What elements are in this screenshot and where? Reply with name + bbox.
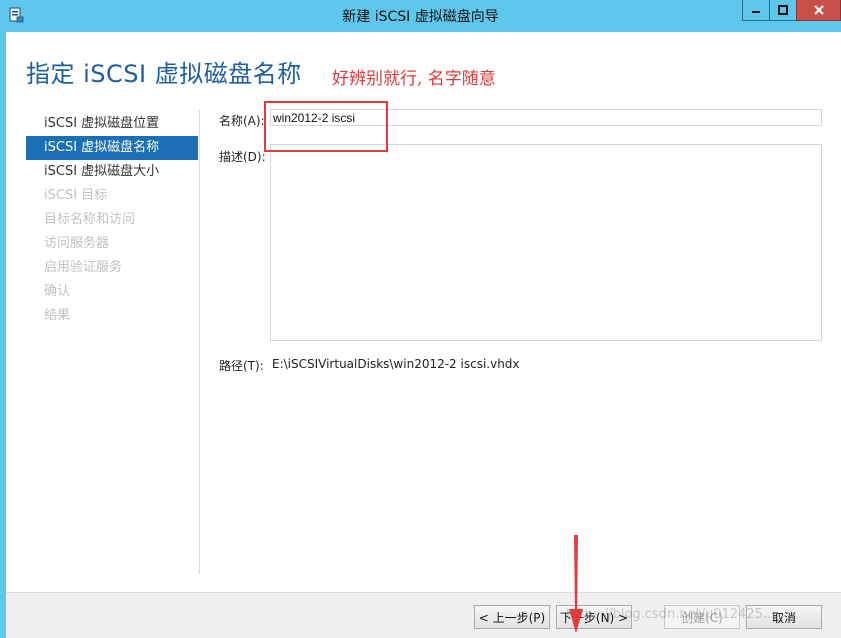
watermark: https://blog.csdn.net/u012425... [566,607,776,622]
description-textarea[interactable] [270,144,822,341]
close-icon [813,5,824,15]
nav-item-results: 结果 [44,308,71,323]
nav-item-confirm: 确认 [44,284,71,299]
window-title: 新建 iSCSI 虚拟磁盘向导 [342,9,499,25]
annotation-highlight-box [264,101,388,152]
page-title: 指定 iSCSI 虚拟磁盘名称 [26,60,302,88]
nav-item-disk-name[interactable]: iSCSI 虚拟磁盘名称 [26,136,198,160]
path-value: E:\iSCSIVirtualDisks\win2012-2 iscsi.vhd… [272,357,520,371]
nav-item-access-servers: 访问服务器 [44,236,110,251]
close-button[interactable] [796,0,841,21]
nav-item-iscsi-target: iSCSI 目标 [44,188,108,203]
minimize-icon [752,11,760,13]
maximize-icon [778,5,788,15]
name-label: 名称(A): [219,114,265,128]
nav-divider [199,110,200,574]
wizard-window: 新建 iSCSI 虚拟磁盘向导 指定 iSCSI 虚拟磁盘名称 好辨别就行, 名… [0,0,841,638]
annotation-arrow-icon [569,535,583,633]
nav-item-disk-location[interactable]: iSCSI 虚拟磁盘位置 [26,112,198,136]
nav-item-enable-auth: 启用验证服务 [44,260,123,275]
maximize-button[interactable] [769,0,796,21]
nav-item-disk-size[interactable]: iSCSI 虚拟磁盘大小 [26,160,198,184]
description-label: 描述(D): [219,150,266,164]
minimize-button[interactable] [742,0,769,21]
title-bar[interactable]: 新建 iSCSI 虚拟磁盘向导 [0,0,841,32]
wizard-steps-nav: iSCSI 虚拟磁盘位置 iSCSI 虚拟磁盘名称 iSCSI 虚拟磁盘大小 i… [26,112,198,328]
annotation-text: 好辨别就行, 名字随意 [332,69,496,89]
path-label: 路径(T): [219,359,264,373]
nav-item-target-name-access: 目标名称和访问 [44,212,136,227]
wizard-content: 指定 iSCSI 虚拟磁盘名称 好辨别就行, 名字随意 iSCSI 虚拟磁盘位置… [6,32,841,638]
previous-button[interactable]: < 上一步(P) [474,605,550,629]
